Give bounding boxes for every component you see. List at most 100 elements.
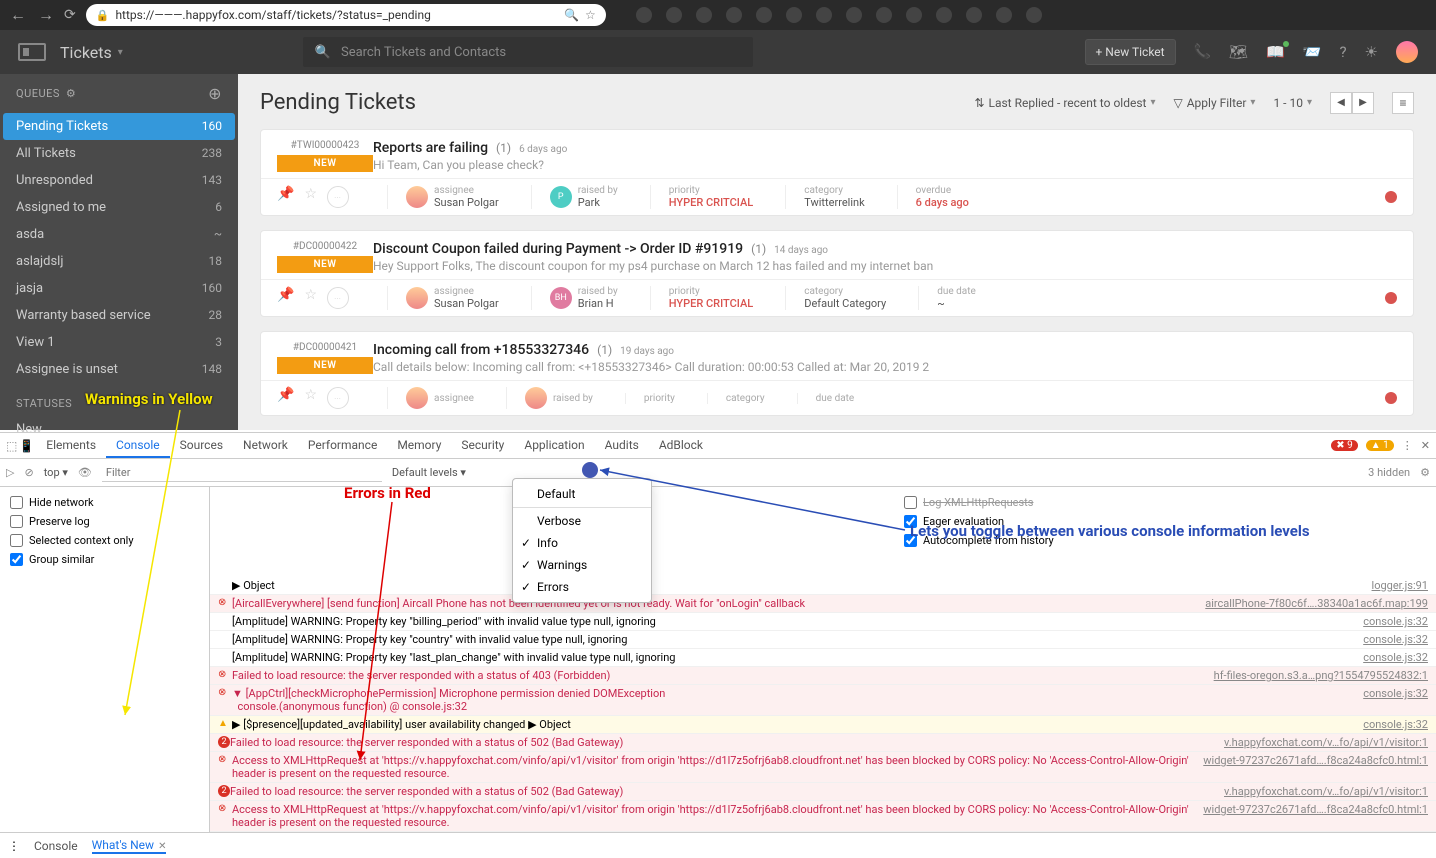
- devtools-tab[interactable]: Network: [233, 434, 298, 458]
- range-control[interactable]: 1 - 10 ▾: [1273, 96, 1312, 110]
- gear-icon[interactable]: ⚙: [66, 87, 76, 100]
- level-verbose[interactable]: Verbose: [513, 510, 651, 532]
- queue-item[interactable]: Assignee is unset148: [0, 356, 238, 383]
- queue-item[interactable]: Assigned to me6: [0, 194, 238, 221]
- ext-icon[interactable]: [966, 7, 982, 23]
- queue-item[interactable]: Warranty based service28: [0, 302, 238, 329]
- console-line[interactable]: ⊗▼ [AppCtrl][checkMicrophonePermission] …: [210, 685, 1436, 716]
- levels-dropdown[interactable]: Default levels ▾: [392, 466, 466, 479]
- queue-item[interactable]: All Tickets238: [0, 140, 238, 167]
- help-icon[interactable]: ?: [1339, 43, 1346, 61]
- ticket-card[interactable]: #DC00000422NEW Discount Coupon failed du…: [260, 230, 1414, 317]
- play-icon[interactable]: ▷: [6, 466, 14, 479]
- console-option[interactable]: Preserve log: [10, 512, 199, 531]
- prev-page-button[interactable]: ◀: [1330, 92, 1352, 114]
- devtools-tab[interactable]: Memory: [387, 434, 451, 458]
- star-icon[interactable]: ☆: [585, 8, 596, 22]
- more-icon[interactable]: •••: [327, 387, 349, 409]
- back-icon[interactable]: ←: [10, 5, 26, 25]
- phone-icon[interactable]: 📞: [1194, 44, 1211, 60]
- more-icon[interactable]: •••: [327, 287, 349, 309]
- console-line[interactable]: ⊗Failed to load resource: the server res…: [210, 667, 1436, 685]
- devtools-tab[interactable]: AdBlock: [649, 434, 713, 458]
- reload-icon[interactable]: ⟳: [64, 7, 76, 23]
- console-line[interactable]: [Amplitude] WARNING: Property key "last_…: [210, 649, 1436, 667]
- inbox-icon[interactable]: 📨: [1303, 43, 1322, 61]
- console-line[interactable]: ⊗[AircallEverywhere] [send function] Air…: [210, 595, 1436, 613]
- devtools-tab[interactable]: Audits: [595, 434, 649, 458]
- warn-count-badge[interactable]: ▲ 1: [1366, 440, 1394, 451]
- ext-icon[interactable]: [936, 7, 952, 23]
- ext-icon[interactable]: [846, 7, 862, 23]
- console-line[interactable]: [Amplitude] WARNING: Property key "billi…: [210, 613, 1436, 631]
- app-logo-icon[interactable]: [18, 43, 46, 61]
- ext-icon[interactable]: [906, 7, 922, 23]
- pin-icon[interactable]: 📌: [277, 387, 294, 409]
- settings-icon[interactable]: ☀: [1365, 43, 1378, 61]
- queue-item[interactable]: jasja160: [0, 275, 238, 302]
- ticket-card[interactable]: #DC00000421NEW Incoming call from +18553…: [260, 331, 1414, 416]
- console-option[interactable]: Autocomplete from history: [904, 531, 1104, 550]
- view-mode-icon[interactable]: ≡: [1392, 92, 1414, 114]
- console-line[interactable]: ▲▶ [$presence][updated_availability] use…: [210, 716, 1436, 734]
- console-line[interactable]: ⊗Access to XMLHttpRequest at 'https://v.…: [210, 752, 1436, 783]
- more-icon[interactable]: •••: [327, 186, 349, 208]
- add-queue-icon[interactable]: ⊕: [208, 84, 222, 103]
- devtools-tab[interactable]: Console: [106, 434, 170, 458]
- console-option[interactable]: Log XMLHttpRequests: [904, 493, 1104, 512]
- search-icon[interactable]: 🔍: [564, 8, 579, 22]
- close-icon[interactable]: ✕: [1421, 439, 1430, 452]
- ext-icon[interactable]: [996, 7, 1012, 23]
- filter-input[interactable]: [102, 464, 382, 482]
- app-title[interactable]: Tickets: [60, 43, 112, 62]
- console-option[interactable]: Group similar: [10, 550, 199, 569]
- context-select[interactable]: top ▾: [44, 466, 68, 479]
- queue-item[interactable]: View 13: [0, 329, 238, 356]
- pin-icon[interactable]: 📌: [277, 287, 294, 309]
- url-bar[interactable]: 🔒 https://———.happyfox.com/staff/tickets…: [86, 4, 606, 26]
- ext-icon[interactable]: [636, 7, 652, 23]
- console-line[interactable]: ▶ Objectlogger.js:91: [210, 577, 1436, 595]
- devtools-tab[interactable]: Application: [514, 434, 594, 458]
- ticket-card[interactable]: #TWI00000423NEW Reports are failing(1)6 …: [260, 129, 1414, 216]
- console-option[interactable]: Hide network: [10, 493, 199, 512]
- level-errors[interactable]: Errors: [513, 576, 651, 598]
- ext-icon[interactable]: [756, 7, 772, 23]
- console-line[interactable]: 2Failed to load resource: the server res…: [210, 783, 1436, 801]
- clear-icon[interactable]: ⊘: [24, 466, 33, 479]
- hidden-count[interactable]: 3 hidden: [1368, 466, 1410, 479]
- console-line[interactable]: [Amplitude] WARNING: Property key "count…: [210, 631, 1436, 649]
- devtools-tab[interactable]: Elements: [36, 434, 106, 458]
- ext-icon[interactable]: [666, 7, 682, 23]
- sort-control[interactable]: ⇅ Last Replied - recent to oldest ▾: [974, 96, 1155, 110]
- more-icon[interactable]: ⋮: [1402, 439, 1413, 452]
- next-page-button[interactable]: ▶: [1352, 92, 1374, 114]
- ext-icon[interactable]: [726, 7, 742, 23]
- search-input[interactable]: 🔍 Search Tickets and Contacts: [303, 37, 753, 67]
- book-icon[interactable]: 📖: [1266, 43, 1285, 61]
- level-info[interactable]: Info: [513, 532, 651, 554]
- device-icon[interactable]: 📱: [19, 439, 34, 453]
- star-icon[interactable]: ☆: [304, 186, 317, 208]
- user-avatar[interactable]: [1396, 41, 1418, 63]
- drawer-menu-icon[interactable]: ⋮: [8, 839, 20, 853]
- console-line[interactable]: ⊗Access to XMLHttpRequest at 'https://v.…: [210, 801, 1436, 832]
- queue-item[interactable]: asda~: [0, 221, 238, 248]
- drawer-tab-whatsnew[interactable]: What's New✕: [92, 838, 167, 854]
- filter-control[interactable]: ▽ Apply Filter ▾: [1173, 96, 1255, 110]
- ext-icon[interactable]: [696, 7, 712, 23]
- map-icon[interactable]: 🗺: [1229, 43, 1248, 61]
- ext-icon[interactable]: [1026, 7, 1042, 23]
- ext-icon[interactable]: [876, 7, 892, 23]
- devtools-tab[interactable]: Security: [451, 434, 514, 458]
- pin-icon[interactable]: 📌: [277, 186, 294, 208]
- level-warnings[interactable]: Warnings: [513, 554, 651, 576]
- star-icon[interactable]: ☆: [304, 387, 317, 409]
- level-default[interactable]: Default: [513, 483, 651, 505]
- new-ticket-button[interactable]: + New Ticket: [1085, 39, 1176, 65]
- console-option[interactable]: Eager evaluation: [904, 512, 1104, 531]
- forward-icon[interactable]: →: [38, 5, 54, 25]
- devtools-tab[interactable]: Sources: [170, 434, 233, 458]
- eye-icon[interactable]: 👁: [78, 466, 92, 479]
- console-option[interactable]: Selected context only: [10, 531, 199, 550]
